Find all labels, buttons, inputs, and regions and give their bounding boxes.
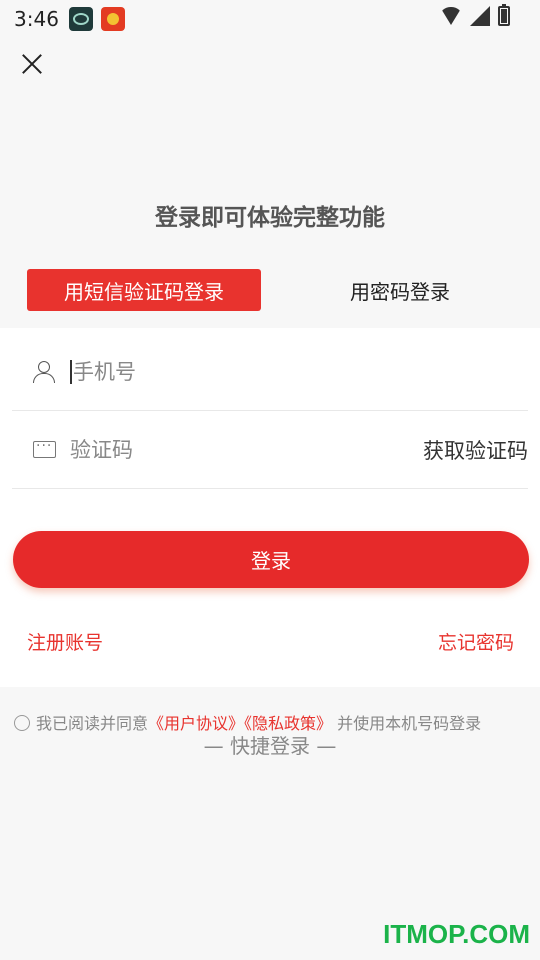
status-icons	[440, 4, 510, 26]
tab-sms-login[interactable]: 用短信验证码登录	[27, 269, 261, 311]
close-icon[interactable]	[16, 48, 48, 80]
status-bar: 3:46	[0, 0, 540, 38]
forgot-password-link[interactable]: 忘记密码	[438, 628, 514, 655]
text-cursor	[70, 359, 72, 384]
status-time: 3:46	[14, 7, 59, 31]
phone-input[interactable]	[73, 359, 528, 384]
login-form: 获取验证码 登录 注册账号 忘记密码	[0, 328, 540, 687]
tab-password-login[interactable]: 用密码登录	[300, 269, 500, 311]
watermark: ITMOP.COM	[383, 919, 530, 949]
phone-row	[12, 333, 528, 411]
signal-icon	[470, 6, 490, 26]
page-title: 登录即可体验完整功能	[155, 205, 385, 231]
code-input[interactable]	[70, 437, 423, 462]
battery-icon	[498, 4, 510, 26]
wifi-icon	[440, 7, 462, 25]
agree-radio[interactable]	[14, 715, 30, 731]
user-icon	[32, 360, 56, 384]
message-icon	[32, 438, 56, 462]
app-notification-icon-2	[100, 7, 125, 31]
code-row: 获取验证码	[12, 411, 528, 489]
login-button[interactable]: 登录	[13, 531, 529, 588]
register-link[interactable]: 注册账号	[27, 628, 103, 655]
app-notification-icon	[68, 7, 93, 31]
get-code-button[interactable]: 获取验证码	[423, 435, 528, 465]
quick-login-label: — 快捷登录 —	[203, 734, 337, 758]
